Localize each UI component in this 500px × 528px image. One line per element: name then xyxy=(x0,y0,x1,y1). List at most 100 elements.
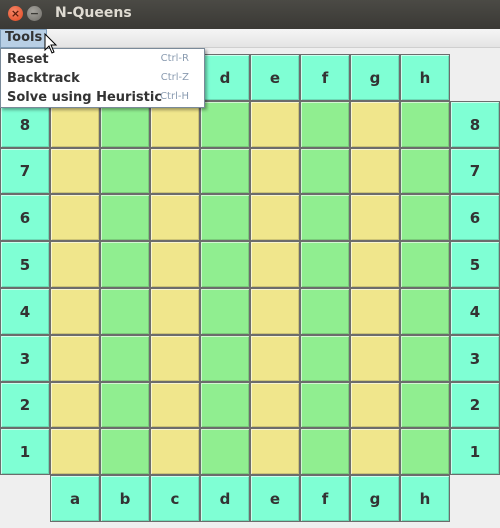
board-square[interactable] xyxy=(400,288,450,335)
board-square[interactable] xyxy=(350,101,400,148)
board-square[interactable] xyxy=(350,148,400,194)
row-label-right: 8 xyxy=(450,101,500,148)
row-label-left: 4 xyxy=(0,288,50,335)
board-square[interactable] xyxy=(300,241,350,288)
board-square[interactable] xyxy=(300,288,350,335)
board-square[interactable] xyxy=(100,382,150,428)
board-square[interactable] xyxy=(250,382,300,428)
board-square[interactable] xyxy=(100,288,150,335)
menu-item-solve-heuristic[interactable]: Solve using Heuristic Ctrl-H xyxy=(1,88,204,107)
board-square[interactable] xyxy=(200,241,250,288)
board-square[interactable] xyxy=(200,148,250,194)
board-square[interactable] xyxy=(300,335,350,382)
board-square[interactable] xyxy=(400,148,450,194)
board-square[interactable] xyxy=(100,241,150,288)
board-square[interactable] xyxy=(300,382,350,428)
board-square[interactable] xyxy=(200,335,250,382)
row-label-left: 3 xyxy=(0,335,50,382)
row-label-left: 5 xyxy=(0,241,50,288)
board-square[interactable] xyxy=(150,241,200,288)
close-icon[interactable]: × xyxy=(8,6,23,21)
row-label-right: 1 xyxy=(450,428,500,475)
menu-bar: Tools xyxy=(0,29,500,48)
menu-item-backtrack[interactable]: Backtrack Ctrl-Z xyxy=(1,69,204,88)
title-bar: × − N-Queens xyxy=(0,0,500,29)
board-square[interactable] xyxy=(100,335,150,382)
row-label-left: 2 xyxy=(0,382,50,428)
column-label-top: h xyxy=(400,54,450,101)
row-label-right: 6 xyxy=(450,194,500,241)
board-square[interactable] xyxy=(300,194,350,241)
board-square[interactable] xyxy=(400,101,450,148)
board-square[interactable] xyxy=(350,241,400,288)
column-label-bottom: b xyxy=(100,475,150,522)
board-square[interactable] xyxy=(50,288,100,335)
board-square[interactable] xyxy=(200,288,250,335)
board-square[interactable] xyxy=(300,148,350,194)
board-square[interactable] xyxy=(250,101,300,148)
column-label-bottom: g xyxy=(350,475,400,522)
menu-item-label: Reset xyxy=(7,52,49,67)
board-square[interactable] xyxy=(250,428,300,475)
board-square[interactable] xyxy=(350,382,400,428)
board-square[interactable] xyxy=(150,382,200,428)
row-label-right: 4 xyxy=(450,288,500,335)
row-label-left: 7 xyxy=(0,148,50,194)
column-label-top: d xyxy=(200,54,250,101)
board-square[interactable] xyxy=(150,428,200,475)
board-square[interactable] xyxy=(400,241,450,288)
board-square[interactable] xyxy=(400,194,450,241)
minimize-icon[interactable]: − xyxy=(27,6,42,21)
column-label-bottom: d xyxy=(200,475,250,522)
board-square[interactable] xyxy=(300,428,350,475)
menu-item-reset[interactable]: Reset Ctrl-R xyxy=(1,50,204,69)
menu-item-label: Backtrack xyxy=(7,71,80,86)
board-square[interactable] xyxy=(250,288,300,335)
column-label-bottom: h xyxy=(400,475,450,522)
row-label-right: 7 xyxy=(450,148,500,194)
board-square[interactable] xyxy=(350,194,400,241)
column-label-bottom: e xyxy=(250,475,300,522)
tools-dropdown: Reset Ctrl-R Backtrack Ctrl-Z Solve usin… xyxy=(0,48,205,108)
board-square[interactable] xyxy=(250,148,300,194)
board-square[interactable] xyxy=(50,194,100,241)
tools-menu[interactable]: Tools xyxy=(0,29,48,48)
board-square[interactable] xyxy=(50,241,100,288)
board-square[interactable] xyxy=(100,194,150,241)
board-square[interactable] xyxy=(150,148,200,194)
board-square[interactable] xyxy=(400,335,450,382)
board-square[interactable] xyxy=(100,148,150,194)
board-square[interactable] xyxy=(300,101,350,148)
board-square[interactable] xyxy=(200,382,250,428)
column-label-top: g xyxy=(350,54,400,101)
board-square[interactable] xyxy=(150,194,200,241)
board-square[interactable] xyxy=(150,288,200,335)
board-square[interactable] xyxy=(350,428,400,475)
board-square[interactable] xyxy=(400,428,450,475)
row-label-right: 3 xyxy=(450,335,500,382)
menu-item-accelerator: Ctrl-H xyxy=(160,91,189,102)
board-square[interactable] xyxy=(350,335,400,382)
board-square[interactable] xyxy=(100,428,150,475)
board-square[interactable] xyxy=(200,428,250,475)
board-square[interactable] xyxy=(100,101,150,148)
board-square[interactable] xyxy=(50,428,100,475)
column-label-top: f xyxy=(300,54,350,101)
board-square[interactable] xyxy=(250,241,300,288)
board-square[interactable] xyxy=(50,101,100,148)
board-square[interactable] xyxy=(400,382,450,428)
menu-item-accelerator: Ctrl-Z xyxy=(160,72,189,83)
board-square[interactable] xyxy=(50,148,100,194)
row-label-right: 5 xyxy=(450,241,500,288)
board-square[interactable] xyxy=(350,288,400,335)
board-square[interactable] xyxy=(200,101,250,148)
board-square[interactable] xyxy=(150,335,200,382)
window-title: N-Queens xyxy=(55,5,132,21)
board-square[interactable] xyxy=(250,194,300,241)
board-square[interactable] xyxy=(50,382,100,428)
board-square[interactable] xyxy=(200,194,250,241)
board-square[interactable] xyxy=(150,101,200,148)
board-square[interactable] xyxy=(50,335,100,382)
board-square[interactable] xyxy=(250,335,300,382)
row-label-right: 2 xyxy=(450,382,500,428)
